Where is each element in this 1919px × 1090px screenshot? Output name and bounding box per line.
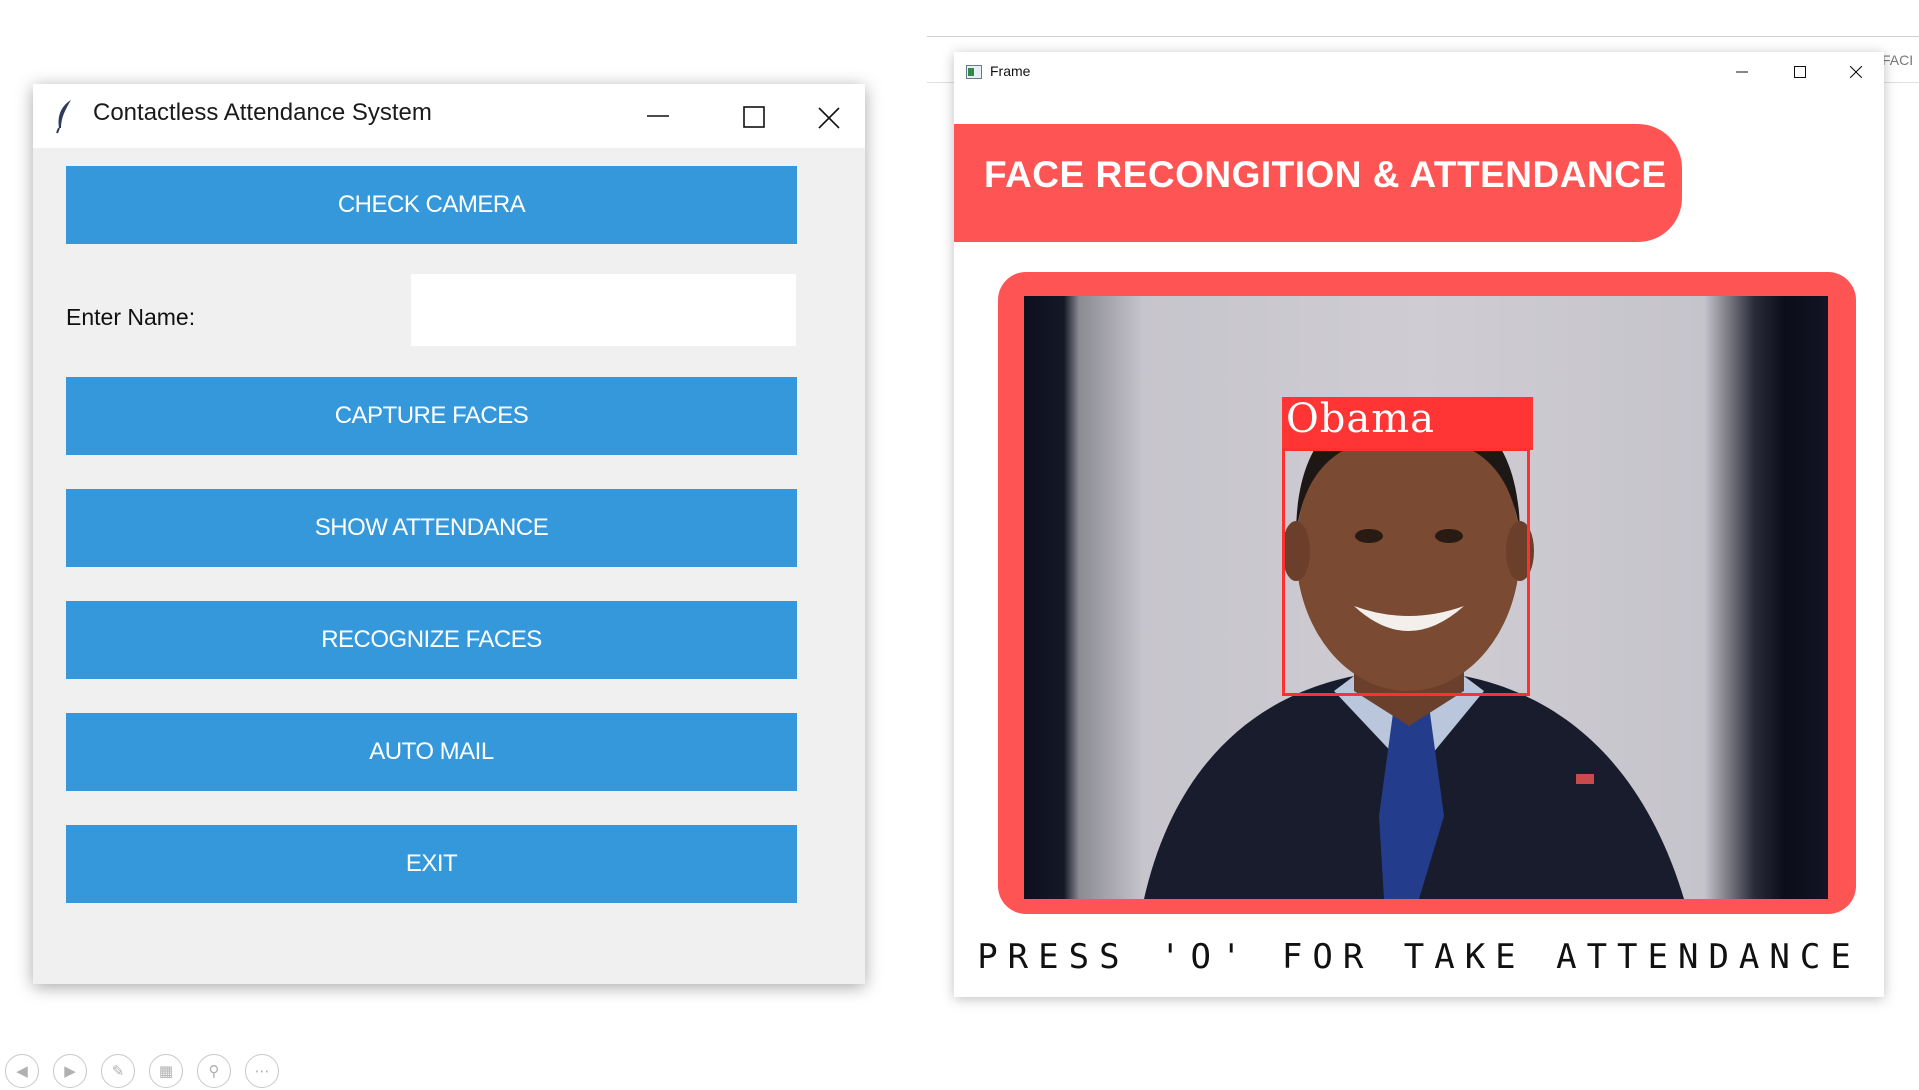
feather-icon [56,100,71,134]
frame-title-bar[interactable]: Frame [954,52,1884,92]
frame-app-icon [966,65,982,79]
detected-name-label: Obama [1286,396,1436,442]
title-banner: FACE RECONGITION & ATTENDANCE [954,124,1682,242]
zoom-icon[interactable]: ⚲ [197,1054,231,1088]
background-divider [927,36,1919,37]
minimize-icon [647,115,669,117]
minimize-icon [1736,71,1748,73]
name-input[interactable] [411,274,796,346]
window-title: Contactless Attendance System [93,99,432,126]
maximize-icon [743,106,765,128]
banner-text: FACE RECONGITION & ATTENDANCE [984,154,1667,195]
close-button[interactable] [801,84,865,148]
title-bar[interactable]: Contactless Attendance System [33,84,865,148]
background-app-text: FACI [1882,52,1914,68]
close-icon [1850,66,1862,78]
face-bounding-box [1282,448,1530,696]
more-icon[interactable]: ⋯ [245,1054,279,1088]
recognize-faces-button[interactable]: RECOGNIZE FACES [66,601,797,679]
camera-feed: Obama [1024,296,1828,899]
frame-minimize-button[interactable] [1714,52,1770,92]
maximize-icon [1794,66,1806,78]
instruction-text: PRESS 'O' FOR TAKE ATTENDANCE [977,937,1861,977]
show-attendance-button[interactable]: SHOW ATTENDANCE [66,489,797,567]
frame-close-button[interactable] [1828,52,1884,92]
next-icon[interactable]: ▶ [53,1054,87,1088]
check-camera-button[interactable]: CHECK CAMERA [66,166,797,244]
camera-frame-border: Obama [998,272,1856,914]
minimize-button[interactable] [609,84,705,148]
previous-icon[interactable]: ◀ [5,1054,39,1088]
name-label: Enter Name: [66,304,196,330]
frame-window: Frame FACE RECONGITION & ATTENDANCE Obam… [954,52,1884,997]
frame-title: Frame [990,63,1031,79]
maximize-button[interactable] [705,84,801,148]
exit-button[interactable]: EXIT [66,825,797,903]
attendance-window: Contactless Attendance System CHECK CAME… [33,84,865,984]
auto-mail-button[interactable]: AUTO MAIL [66,713,797,791]
capture-faces-button[interactable]: CAPTURE FACES [66,377,797,455]
frame-maximize-button[interactable] [1772,52,1828,92]
slides-icon[interactable]: ▦ [149,1054,183,1088]
pen-icon[interactable]: ✎ [101,1054,135,1088]
close-icon [818,107,840,129]
